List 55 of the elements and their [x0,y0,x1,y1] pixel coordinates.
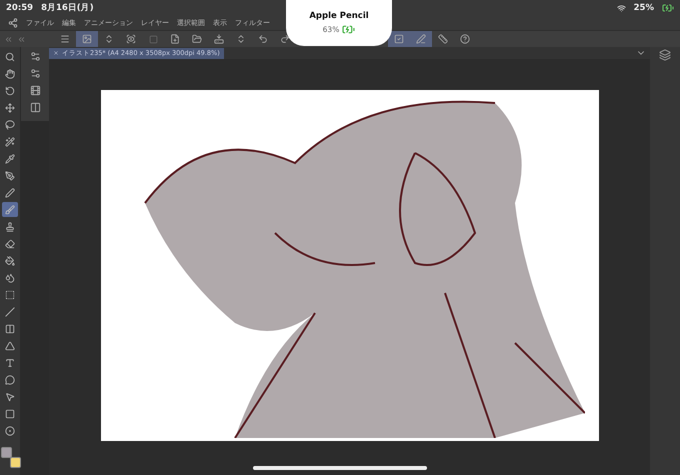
eraser-icon [5,238,15,248]
circle-icon [5,426,15,436]
save-icon [214,34,224,44]
pen-line-button[interactable] [410,31,432,47]
square-icon [5,408,15,418]
square-icon [148,34,158,44]
speech-balloon-icon [5,374,15,384]
battery-charging-icon [662,2,674,14]
battery-percent: 25% [634,3,654,13]
stepper-icon [104,34,114,44]
brush-tool[interactable] [2,202,18,217]
move-icon [5,102,15,112]
date-text: 8月16日(月) [41,2,94,14]
magic-wand-icon [5,136,15,146]
text-tool-icon [5,358,15,368]
eyedropper-icon [5,154,15,164]
lasso-icon [5,120,15,130]
check-square-icon [394,34,404,44]
clock-time: 20:59 [6,3,34,13]
panel-icon[interactable] [30,102,40,113]
line-icon [5,306,15,316]
brush-icon [5,204,15,214]
main-color-swatch[interactable] [1,447,12,458]
popup-title: Apple Pencil [309,10,369,20]
pointer-icon [5,392,15,402]
folder-icon [192,34,202,44]
new-file-icon [170,34,180,44]
ruler-triangle-icon [5,340,15,350]
pen-nib-icon [5,170,15,180]
layer-image-button[interactable] [76,31,98,47]
rotate-icon [5,86,15,96]
help-icon [460,34,470,44]
droplets-icon [5,272,15,282]
battery-charging-icon [342,22,356,36]
menu-icon [60,34,70,44]
layers-icon[interactable] [659,49,671,61]
wifi-icon [616,4,626,12]
undo-icon [258,34,268,44]
search-icon [5,52,15,62]
stepper-icon [236,34,246,44]
check-square-button[interactable] [388,31,410,47]
pen-line-icon [416,34,426,44]
hand-icon [5,68,15,78]
redo-icon [280,34,290,44]
paint-bucket-icon [5,256,15,266]
sub-color-swatch[interactable] [10,457,21,468]
frame-icon [5,324,15,334]
close-icon[interactable] [53,50,59,56]
app-logo-icon[interactable] [8,18,18,28]
eye-icon [126,34,136,44]
film-icon[interactable] [30,85,40,96]
ruler-icon [438,34,448,44]
stamp-icon [5,222,15,232]
layer-image-icon [82,34,92,44]
pen-icon [5,188,15,198]
